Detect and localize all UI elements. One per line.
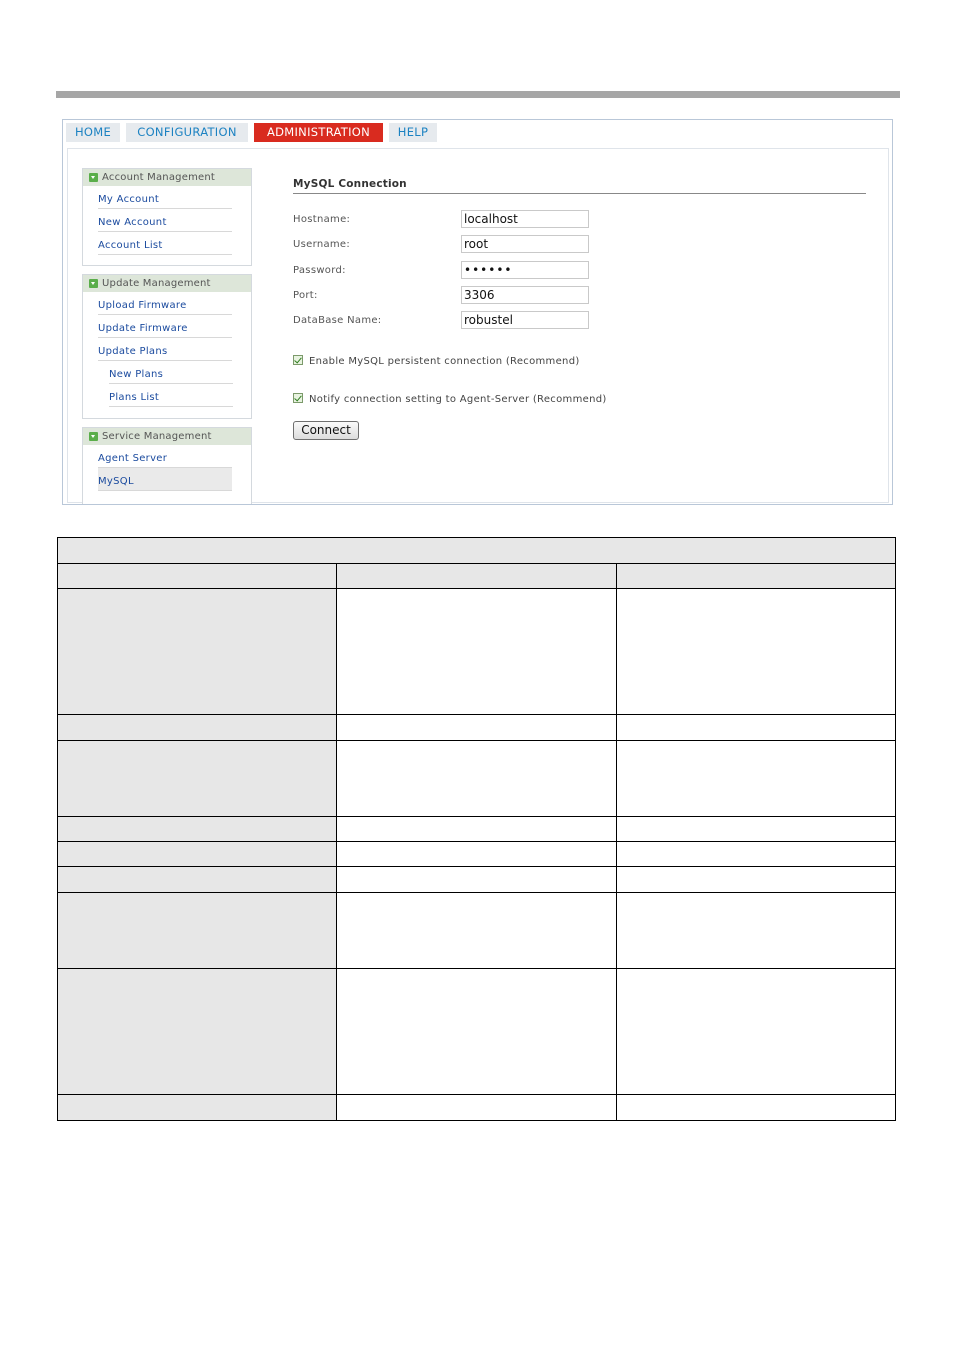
notify-agent-server-label: Notify connection setting to Agent-Serve…: [309, 394, 607, 405]
persistent-connection-checkbox[interactable]: [293, 355, 303, 365]
menu-group-account: Account Management My Account New Accoun…: [82, 168, 252, 266]
database-name-input[interactable]: [461, 311, 589, 329]
table-cell: [336, 588, 617, 715]
table-row: [56, 740, 897, 817]
table-cell: [56, 892, 338, 969]
password-input[interactable]: [461, 261, 589, 279]
content-panel: Account Management My Account New Accoun…: [67, 148, 889, 504]
database-name-label: DataBase Name:: [293, 315, 382, 326]
table-row: [56, 841, 897, 867]
tab-help[interactable]: HELP: [389, 123, 437, 142]
table-row: [56, 968, 897, 1095]
admin-screenshot: HOME CONFIGURATION ADMINISTRATION HELP A…: [62, 119, 893, 505]
table-cell: [336, 892, 617, 969]
sidebar-item-agent-server[interactable]: Agent Server: [98, 445, 232, 468]
table-cell: [615, 892, 897, 969]
table-row: [56, 866, 897, 893]
table-cell: [56, 714, 338, 741]
username-input[interactable]: [461, 235, 589, 253]
port-label: Port:: [293, 290, 318, 301]
expand-icon: [89, 279, 98, 288]
menu-head-label: Service Management: [102, 431, 212, 442]
sidebar-item-update-firmware[interactable]: Update Firmware: [98, 315, 232, 338]
mysql-form: MySQL Connection Hostname: Username: Pas…: [293, 149, 868, 499]
table-cell: [615, 816, 897, 842]
table-cell: [56, 968, 338, 1095]
form-divider: [293, 193, 866, 194]
sidebar-item-new-account[interactable]: New Account: [98, 209, 232, 232]
parameter-table: [56, 537, 897, 1121]
notify-agent-server-checkbox[interactable]: [293, 393, 303, 403]
table-header-row: [56, 563, 897, 589]
password-label: Password:: [293, 265, 346, 276]
menu-head-update[interactable]: Update Management: [83, 275, 251, 292]
header-cell: [56, 563, 338, 589]
menu-group-service: Service Management Agent Server MySQL: [82, 427, 252, 504]
menu-head-service[interactable]: Service Management: [83, 428, 251, 445]
sidebar-item-new-plans[interactable]: New Plans: [109, 361, 233, 384]
table-cell: [336, 968, 617, 1095]
expand-icon: [89, 432, 98, 441]
table-row: [56, 816, 897, 842]
table-title-row: [57, 537, 896, 564]
table-cell: [56, 1094, 338, 1121]
table-cell: [615, 714, 897, 741]
table-cell: [336, 841, 617, 867]
tab-administration[interactable]: ADMINISTRATION: [254, 123, 383, 142]
table-cell: [615, 588, 897, 715]
table-cell: [336, 714, 617, 741]
table-cell: [615, 968, 897, 1095]
expand-icon: [89, 173, 98, 182]
connect-button[interactable]: Connect: [293, 421, 359, 440]
table-cell: [56, 816, 338, 842]
table-cell: [56, 588, 338, 715]
table-row: [56, 588, 897, 715]
table-row: [56, 1094, 897, 1121]
table-cell: [56, 866, 338, 893]
header-cell: [615, 563, 897, 589]
table-cell: [615, 841, 897, 867]
persistent-connection-label: Enable MySQL persistent connection (Reco…: [309, 356, 580, 367]
table-cell: [336, 1094, 617, 1121]
menu-head-account[interactable]: Account Management: [83, 169, 251, 186]
sidebar-item-my-account[interactable]: My Account: [98, 186, 232, 209]
sidebar-item-update-plans[interactable]: Update Plans: [98, 338, 232, 361]
hostname-label: Hostname:: [293, 214, 351, 225]
sidebar-item-plans-list[interactable]: Plans List: [109, 384, 233, 407]
menu-head-label: Account Management: [102, 172, 216, 183]
header-cell: [336, 563, 617, 589]
table-cell: [336, 740, 617, 817]
table-title-cell: [57, 537, 896, 564]
port-input[interactable]: [461, 286, 589, 304]
sidebar-item-upload-firmware[interactable]: Upload Firmware: [98, 292, 232, 315]
table-row: [56, 714, 897, 741]
table-cell: [336, 816, 617, 842]
menu-group-update: Update Management Upload Firmware Update…: [82, 274, 252, 419]
table-cell: [615, 866, 897, 893]
table-cell: [336, 866, 617, 893]
table-row: [56, 892, 897, 969]
form-title: MySQL Connection: [293, 178, 407, 190]
table-cell: [615, 1094, 897, 1121]
sidebar-item-account-list[interactable]: Account List: [98, 232, 232, 255]
table-cell: [56, 740, 338, 817]
tab-home[interactable]: HOME: [66, 123, 120, 142]
username-label: Username:: [293, 239, 351, 250]
hostname-input[interactable]: [461, 210, 589, 228]
sidebar-item-mysql[interactable]: MySQL: [98, 468, 232, 491]
table-cell: [615, 740, 897, 817]
header-rule: [56, 91, 900, 98]
tab-configuration[interactable]: CONFIGURATION: [126, 123, 248, 142]
menu-head-label: Update Management: [102, 278, 211, 289]
table-cell: [56, 841, 338, 867]
